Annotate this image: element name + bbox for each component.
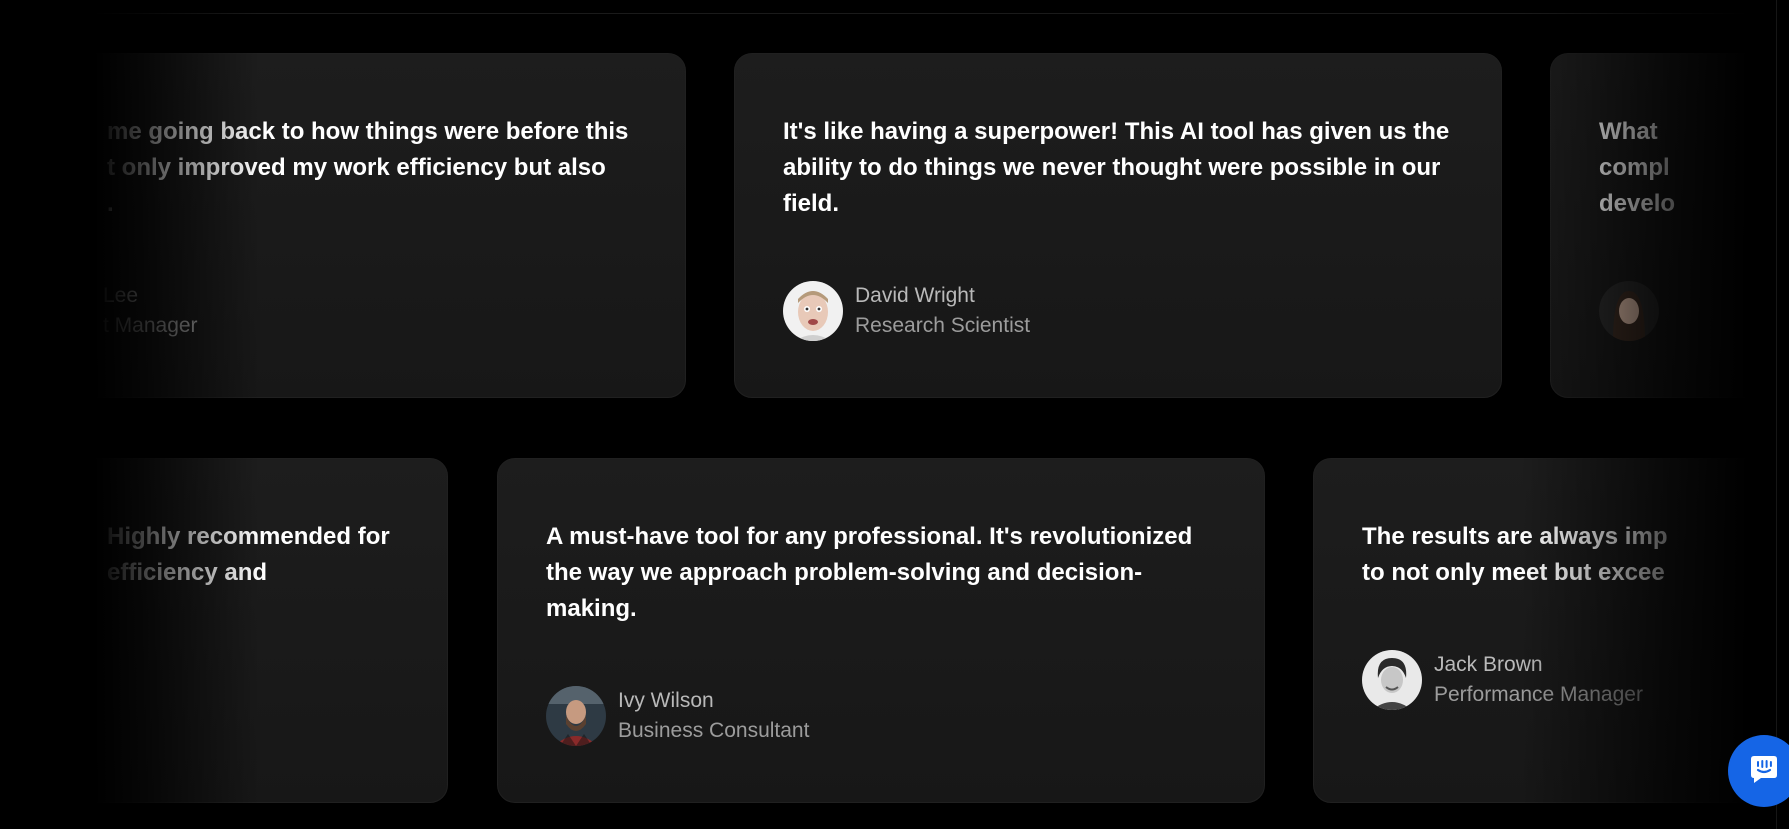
- avatar: [1599, 281, 1659, 341]
- testimonial-card-david-wright: It's like having a superpower! This AI t…: [734, 53, 1502, 398]
- chat-bubble-icon: [1748, 753, 1780, 790]
- testimonial-quote: Highly recommended for efficiency and: [107, 523, 390, 586]
- testimonial-quote: The results are always imp to not only m…: [1362, 523, 1668, 586]
- right-divider: [1776, 0, 1777, 829]
- avatar: [1362, 650, 1422, 710]
- testimonial-quote: It's like having a superpower! This AI t…: [783, 118, 1450, 217]
- author-name: Lee: [103, 284, 139, 307]
- testimonial-author: Jack Brown Performance Manager: [1362, 650, 1643, 710]
- author-role: t Manager: [103, 314, 198, 337]
- testimonials-section: me going back to how things were before …: [0, 0, 1789, 829]
- testimonial-card-jack-brown: The results are always imp to not only m…: [1313, 458, 1789, 803]
- avatar: [783, 281, 843, 341]
- top-divider: [0, 13, 1789, 14]
- author-name: Ivy Wilson: [618, 689, 714, 712]
- author-role: Research Scientist: [855, 314, 1031, 337]
- avatar: [31, 281, 91, 341]
- testimonial-quote: A must-have tool for any professional. I…: [546, 523, 1193, 622]
- testimonial-card-third: What compl develo: [1550, 53, 1789, 398]
- testimonial-card-ivy-wilson: A must-have tool for any professional. I…: [497, 458, 1265, 803]
- testimonial-author: David Wright Research Scientist: [783, 281, 1030, 341]
- author-name: Jack Brown: [1434, 653, 1543, 676]
- author-name: David Wright: [855, 284, 975, 307]
- testimonial-card-lee: me going back to how things were before …: [0, 53, 686, 398]
- testimonial-card-highly-recommended: Highly recommended for efficiency and: [0, 458, 448, 803]
- testimonial-author: Ivy Wilson Business Consultant: [546, 686, 809, 746]
- author-role: Business Consultant: [618, 719, 810, 742]
- testimonial-author: [1599, 281, 1671, 341]
- testimonial-author: Lee t Manager: [31, 281, 198, 341]
- testimonial-quote: me going back to how things were before …: [107, 118, 629, 217]
- testimonial-quote: What compl develo: [1599, 118, 1676, 217]
- author-role: Performance Manager: [1434, 683, 1643, 706]
- avatar: [546, 686, 606, 746]
